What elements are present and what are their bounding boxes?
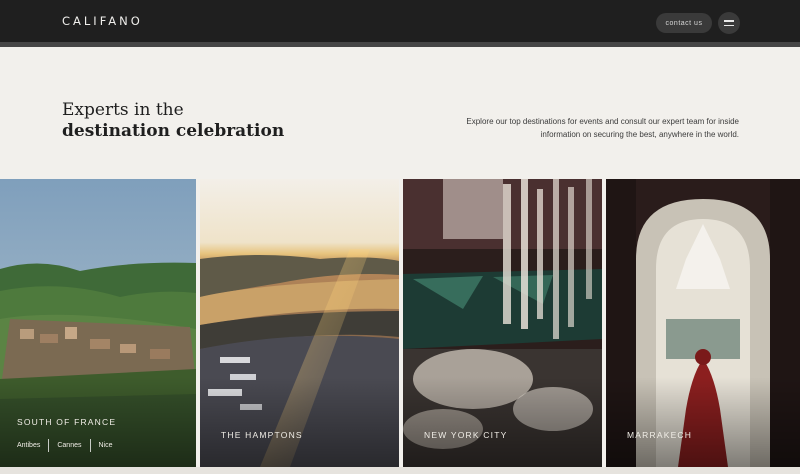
contact-us-button[interactable]: contact us — [656, 13, 712, 33]
destination-card-new-york-city[interactable]: NEW YORK CITY — [403, 179, 602, 467]
destination-card-south-of-france[interactable]: SOUTH OF FRANCE Antibes Cannes Nice — [0, 179, 196, 467]
destination-name: SOUTH OF FRANCE — [17, 417, 117, 427]
page-headline: Experts in the destination celebration — [62, 100, 284, 142]
intro-description: Explore our top destinations for events … — [466, 117, 739, 139]
destination-name: THE HAMPTONS — [221, 430, 303, 440]
card-gradient — [200, 377, 399, 467]
city-link-nice[interactable]: Nice — [91, 442, 121, 449]
hamburger-menu-icon — [724, 20, 734, 22]
headline-line-1: Experts in the — [62, 100, 184, 120]
card-gradient — [606, 377, 800, 467]
city-links: Antibes Cannes Nice — [17, 439, 121, 452]
section-divider — [0, 467, 800, 474]
city-link-antibes[interactable]: Antibes — [17, 442, 48, 449]
destination-card-the-hamptons[interactable]: THE HAMPTONS — [200, 179, 399, 467]
hamburger-menu-icon-line — [724, 24, 734, 26]
menu-button[interactable] — [718, 12, 740, 34]
header-divider — [0, 42, 800, 47]
destination-name: NEW YORK CITY — [424, 430, 508, 440]
page: CALIFANO contact us Experts in the desti… — [0, 0, 800, 474]
card-gradient — [403, 377, 602, 467]
site-header: CALIFANO contact us — [0, 0, 800, 42]
logo[interactable]: CALIFANO — [62, 14, 143, 28]
destination-card-marrakech[interactable]: MARRAKECH — [606, 179, 800, 467]
destination-name: MARRAKECH — [627, 430, 693, 440]
headline-line-2: destination celebration — [62, 121, 285, 141]
city-link-cannes[interactable]: Cannes — [49, 442, 89, 449]
